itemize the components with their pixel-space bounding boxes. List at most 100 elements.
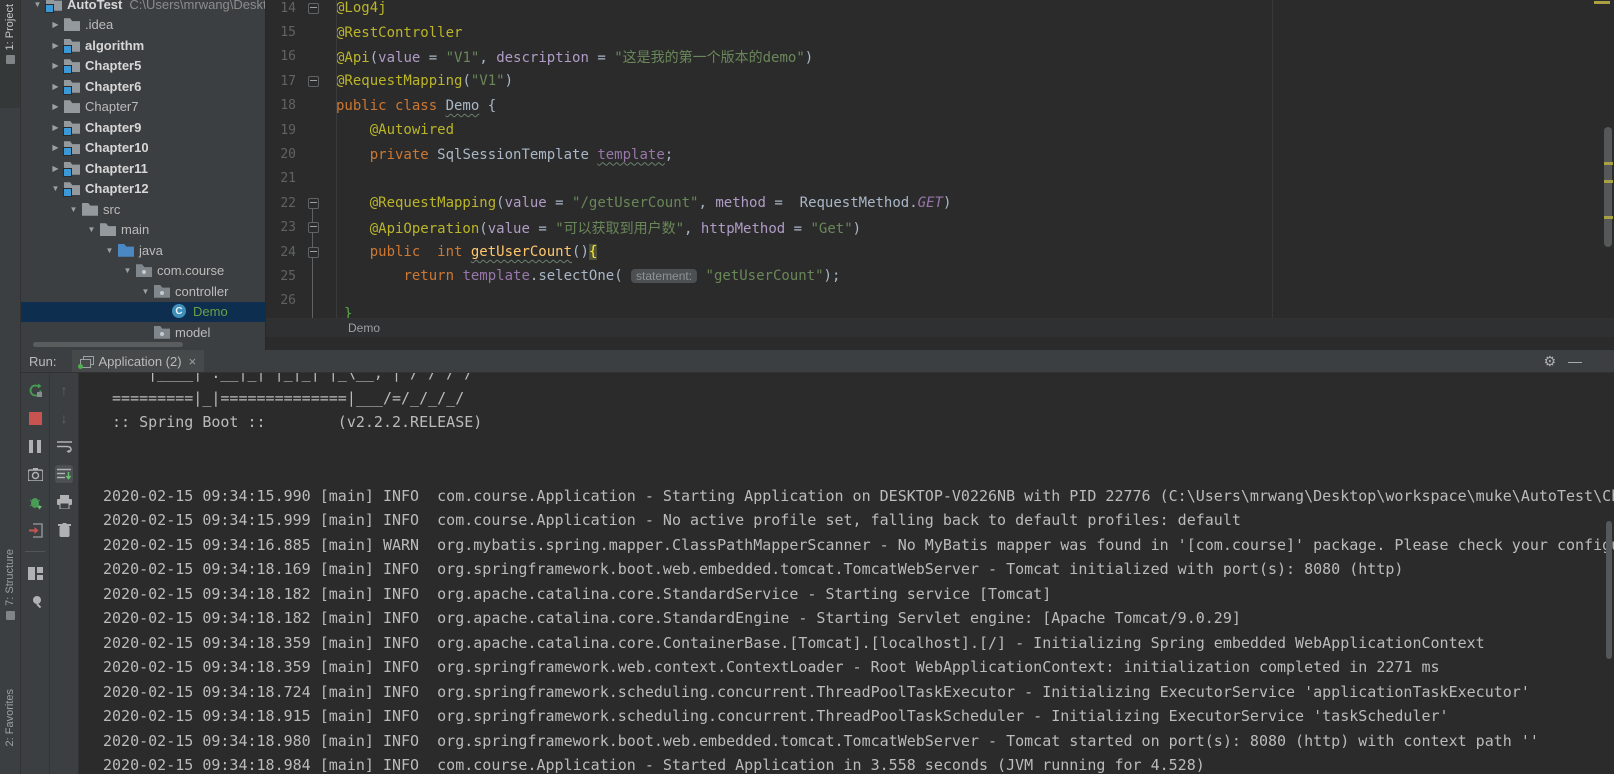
code-text: public int getUserCount(){ — [369, 244, 598, 261]
run-panel-body: ↑ ↓ ' |____| .__|_| |_|_| |_\__, | / / /… — [21, 373, 1614, 774]
console-line: :: Spring Boot :: (v2.2.2.RELEASE) — [103, 413, 483, 431]
tree-root-name: AutoTest — [67, 0, 123, 12]
clear-all-trash-icon[interactable] — [55, 521, 73, 539]
tree-root-row[interactable]: ▼ AutoTest C:\Users\mrwang\Desktop\ — [21, 0, 265, 15]
chevron-collapsed-icon[interactable]: ▶ — [47, 41, 64, 50]
warning-stripe-mark[interactable] — [1594, 1, 1610, 4]
warning-stripe-mark[interactable] — [1604, 216, 1613, 219]
code-editor[interactable]: 14 @Log4j 15 @RestController 16 @Api(value = … — [266, 0, 1614, 318]
tree-row-src[interactable]: ▼ src — [21, 199, 265, 220]
attach-debugger-icon[interactable] — [26, 493, 44, 511]
tree-row-chapter6[interactable]: ▶ Chapter6 — [21, 76, 265, 97]
soft-wrap-icon[interactable] — [55, 437, 73, 455]
chevron-expanded-icon[interactable]: ▼ — [47, 184, 64, 193]
package-icon — [136, 264, 152, 277]
warning-stripe-mark[interactable] — [1604, 162, 1613, 165]
tree-row-controller[interactable]: ▼ controller — [21, 281, 265, 302]
tree-row-model[interactable]: model — [21, 322, 265, 343]
chevron-expanded-icon[interactable]: ▼ — [101, 246, 118, 255]
chevron-collapsed-icon[interactable]: ▶ — [47, 61, 64, 70]
chevron-collapsed-icon[interactable]: ▶ — [47, 20, 64, 29]
exit-icon[interactable] — [26, 521, 44, 539]
tree-item-label: Demo — [193, 304, 228, 320]
tree-row-chapter10[interactable]: ▶ Chapter10 — [21, 138, 265, 159]
chevron-collapsed-icon[interactable]: ▶ — [47, 143, 64, 152]
fold-marker[interactable] — [296, 238, 330, 318]
tree-row-chapter5[interactable]: ▶ Chapter5 — [21, 56, 265, 77]
close-icon[interactable]: × — [189, 354, 197, 369]
chevron-collapsed-icon[interactable]: ▶ — [47, 102, 64, 111]
chevron-expanded-icon[interactable]: ▼ — [137, 287, 154, 296]
up-stack-trace-icon[interactable]: ↑ — [55, 381, 73, 399]
tree-horizontal-scrollbar[interactable] — [33, 342, 183, 347]
rerun-icon[interactable] — [26, 381, 44, 399]
down-stack-trace-icon[interactable]: ↓ — [55, 409, 73, 427]
fold-marker[interactable] — [296, 197, 330, 217]
chevron-expanded-icon[interactable]: ▼ — [29, 0, 46, 9]
tool-button-structure[interactable]: 7: Structure — [0, 545, 20, 663]
tree-row-chapter11[interactable]: ▶ Chapter11 — [21, 158, 265, 179]
print-icon[interactable] — [55, 493, 73, 511]
class-icon — [172, 304, 188, 319]
chevron-collapsed-icon[interactable]: ▶ — [47, 123, 64, 132]
line-number: 16 — [280, 49, 296, 65]
code-line-25: 25 return template.selectOne( statement:… — [266, 264, 1614, 288]
line-number: 18 — [280, 98, 296, 114]
tool-button-project[interactable]: 1: Project — [0, 0, 20, 108]
chevron-collapsed-icon[interactable]: ▶ — [47, 164, 64, 173]
tree-item-label: algorithm — [85, 37, 145, 53]
chevron-expanded-icon[interactable]: ▼ — [65, 205, 82, 214]
run-toolbar-secondary: ↑ ↓ — [50, 373, 79, 774]
tree-row-main[interactable]: ▼ main — [21, 220, 265, 241]
tree-row-chapter9[interactable]: ▶ Chapter9 — [21, 117, 265, 138]
line-number: 23 — [280, 220, 296, 236]
gear-icon[interactable]: ⚙ — [1543, 353, 1556, 370]
tree-row-algorithm[interactable]: ▶ algorithm — [21, 35, 265, 56]
stop-icon[interactable] — [26, 409, 44, 427]
tool-button-favorites[interactable]: 2: Favorites — [0, 685, 20, 774]
tool-button-project-label: 1: Project — [4, 4, 16, 51]
breadcrumb-item[interactable]: Demo — [348, 321, 380, 335]
line-number: 24 — [280, 244, 296, 260]
chevron-collapsed-icon[interactable]: ▶ — [47, 82, 64, 91]
console-vertical-scrollbar[interactable] — [1606, 521, 1612, 659]
code-text: public class Demo { — [336, 97, 497, 114]
project-tree[interactable]: ▼ AutoTest C:\Users\mrwang\Desktop\ ▶ .id… — [21, 0, 266, 350]
warning-stripe-mark[interactable] — [1604, 180, 1613, 183]
fold-marker[interactable] — [296, 214, 330, 242]
code-text: private SqlSessionTemplate template; — [369, 146, 674, 163]
tree-item-label: java — [139, 242, 163, 258]
console-line: 2020-02-15 09:34:18.182 [main] INFO org.… — [103, 584, 1052, 603]
module-icon — [63, 182, 80, 198]
code-text: @RequestMapping("V1") — [336, 73, 514, 90]
module-icon — [63, 121, 80, 136]
pin-icon[interactable] — [26, 592, 44, 610]
tree-item-label: model — [175, 324, 211, 340]
console-output[interactable]: ' |____| .__|_| |_|_| |_\__, | / / / / =… — [79, 373, 1614, 774]
editor-vertical-scrollbar[interactable] — [1604, 127, 1612, 247]
tree-item-label: controller — [175, 283, 229, 299]
package-icon — [154, 326, 170, 339]
tree-row-chapter12[interactable]: ▼ Chapter12 — [21, 179, 265, 200]
console-line: 2020-02-15 09:34:18.182 [main] INFO org.… — [103, 609, 1241, 627]
running-indicator-dot — [78, 363, 84, 369]
scroll-to-end-icon[interactable] — [55, 465, 73, 483]
tree-row-java[interactable]: ▼ java — [21, 240, 265, 261]
tree-row--idea[interactable]: ▶ .idea — [21, 15, 265, 36]
code-text: @Autowired — [369, 122, 455, 139]
tree-row-com-course[interactable]: ▼ com.course — [21, 261, 265, 282]
line-number: 15 — [280, 25, 296, 41]
pause-output-icon[interactable] — [26, 437, 44, 455]
fold-marker[interactable] — [296, 2, 330, 14]
dump-threads-camera-icon[interactable] — [26, 465, 44, 483]
run-tab-application[interactable]: Application (2) × — [72, 350, 205, 372]
chevron-expanded-icon[interactable]: ▼ — [83, 225, 100, 234]
tree-row-chapter7[interactable]: ▶ Chapter7 — [21, 97, 265, 118]
hide-panel-icon[interactable]: — — [1568, 353, 1582, 369]
run-toolbar-primary — [21, 373, 50, 774]
tree-item-label: src — [103, 201, 121, 217]
tree-row-demo[interactable]: Demo — [21, 301, 265, 322]
restore-layout-icon[interactable] — [26, 564, 44, 582]
fold-marker[interactable] — [296, 75, 330, 87]
chevron-expanded-icon[interactable]: ▼ — [119, 266, 136, 275]
